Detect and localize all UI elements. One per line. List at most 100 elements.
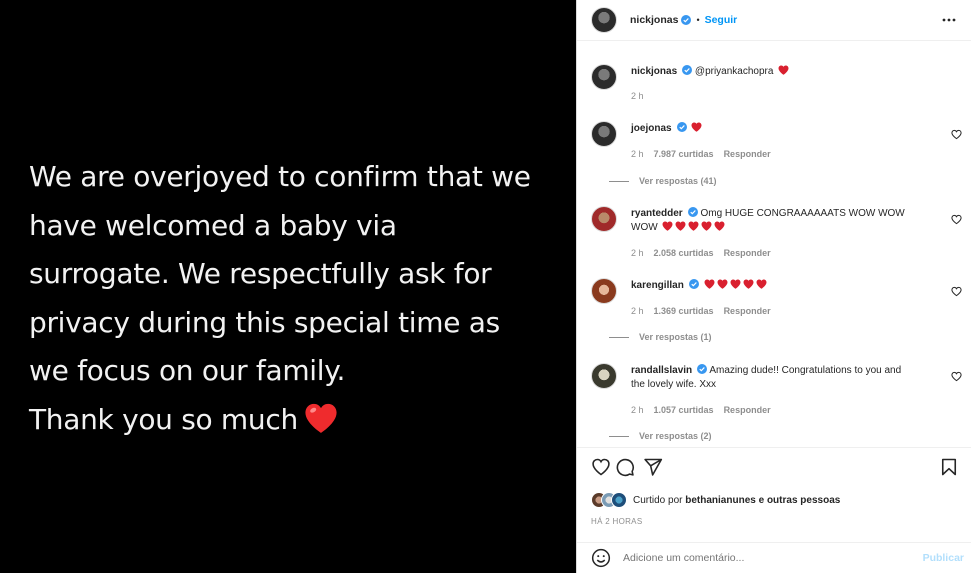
instagram-post: We are overjoyed to confirm that we have… bbox=[0, 0, 971, 573]
comment-content-cont: WOW bbox=[631, 222, 658, 233]
comment-input[interactable] bbox=[623, 552, 923, 564]
avatar[interactable] bbox=[591, 206, 617, 232]
follow-button[interactable]: Seguir bbox=[705, 14, 738, 26]
heart-emoji-row bbox=[702, 279, 767, 291]
comment-text: ryantedder Omg HUGE CONGRAAAAAATS WOW WO… bbox=[631, 207, 941, 235]
heart-emoji-icon bbox=[778, 65, 789, 75]
heart-emoji-icon bbox=[662, 221, 673, 231]
comment-meta: 2 h 1.369 curtidas Responder bbox=[631, 306, 781, 316]
divider bbox=[577, 40, 971, 41]
post-header: nickjonas • Seguir bbox=[577, 0, 971, 40]
post-actions bbox=[591, 457, 961, 481]
likes-count[interactable]: 2.058 curtidas bbox=[654, 248, 714, 258]
share-send-icon[interactable] bbox=[643, 457, 663, 477]
caption-meta: 2 h bbox=[631, 91, 654, 101]
separator-dot: • bbox=[696, 15, 700, 25]
liked-by-others-link[interactable]: e outras pessoas bbox=[759, 495, 841, 506]
likes-count[interactable]: 7.987 curtidas bbox=[654, 149, 714, 159]
emoji-icon[interactable] bbox=[591, 548, 611, 568]
comment-username[interactable]: karengillan bbox=[631, 280, 684, 291]
comment-meta: 2 h 7.987 curtidas Responder bbox=[631, 149, 781, 159]
heart-emoji-icon bbox=[743, 279, 754, 289]
comment-meta: 2 h 2.058 curtidas Responder bbox=[631, 248, 781, 258]
post-sidebar: nickjonas • Seguir nickjonas @priyankach… bbox=[576, 0, 971, 573]
caption-username[interactable]: nickjonas bbox=[631, 66, 677, 77]
view-replies-label: Ver respostas (1) bbox=[639, 332, 712, 342]
timestamp[interactable]: 2 h bbox=[631, 91, 644, 101]
like-comment-heart-icon[interactable] bbox=[951, 371, 962, 382]
reply-button[interactable]: Responder bbox=[724, 248, 771, 258]
heart-emoji-icon bbox=[305, 403, 337, 433]
post-image[interactable]: We are overjoyed to confirm that we have… bbox=[0, 0, 576, 573]
avatar[interactable] bbox=[591, 278, 617, 304]
replies-line bbox=[609, 181, 629, 183]
timestamp[interactable]: 2 h bbox=[631, 306, 644, 316]
liked-by: Curtido por bethanianunes e outras pesso… bbox=[591, 492, 840, 508]
caption-text: nickjonas @priyankachopra bbox=[631, 65, 941, 79]
avatar[interactable] bbox=[591, 121, 617, 147]
save-bookmark-icon[interactable] bbox=[939, 457, 959, 477]
comment-content: Amazing dude!! Congratulations to you an… bbox=[709, 365, 902, 376]
heart-emoji-icon bbox=[730, 279, 741, 289]
reply-button[interactable]: Responder bbox=[724, 149, 771, 159]
avatar[interactable] bbox=[611, 492, 627, 508]
header-username[interactable]: nickjonas bbox=[630, 14, 678, 26]
verified-badge-icon bbox=[697, 364, 708, 374]
view-replies-button[interactable]: Ver respostas (2) bbox=[609, 431, 712, 441]
like-comment-heart-icon[interactable] bbox=[951, 214, 962, 225]
timestamp[interactable]: 2 h bbox=[631, 405, 644, 415]
heart-emoji-icon bbox=[717, 279, 728, 289]
post-image-text: We are overjoyed to confirm that we have… bbox=[29, 153, 549, 444]
heart-emoji-icon bbox=[704, 279, 715, 289]
comment-text: joejonas bbox=[631, 122, 941, 136]
likes-count[interactable]: 1.057 curtidas bbox=[654, 405, 714, 415]
reply-button[interactable]: Responder bbox=[724, 306, 771, 316]
heart-emoji-icon bbox=[688, 221, 699, 231]
divider bbox=[577, 447, 971, 448]
comment-content-cont: the lovely wife. Xxx bbox=[631, 379, 717, 390]
image-text-line-last: Thank you so much bbox=[29, 396, 549, 445]
comment-username[interactable]: joejonas bbox=[631, 123, 672, 134]
liked-by-prefix: Curtido por bbox=[633, 494, 683, 506]
heart-emoji-icon bbox=[691, 122, 702, 132]
comment-username[interactable]: randallslavin bbox=[631, 365, 692, 376]
view-replies-button[interactable]: Ver respostas (41) bbox=[609, 176, 717, 186]
view-replies-button[interactable]: Ver respostas (1) bbox=[609, 332, 712, 342]
likes-count[interactable]: 1.369 curtidas bbox=[654, 306, 714, 316]
comment-text: randallslavin Amazing dude!! Congratulat… bbox=[631, 364, 941, 392]
replies-line bbox=[609, 436, 629, 438]
timestamp[interactable]: 2 h bbox=[631, 149, 644, 159]
image-text-line: have welcomed a baby via bbox=[29, 208, 397, 242]
image-text-line: privacy during this special time as bbox=[29, 305, 500, 339]
comment-meta: 2 h 1.057 curtidas Responder bbox=[631, 405, 781, 415]
heart-emoji-icon bbox=[701, 221, 712, 231]
publish-button[interactable]: Publicar bbox=[923, 552, 964, 564]
avatar[interactable] bbox=[591, 7, 617, 33]
verified-badge-icon bbox=[687, 207, 698, 217]
like-heart-icon[interactable] bbox=[591, 457, 611, 477]
like-comment-heart-icon[interactable] bbox=[951, 286, 962, 297]
comment-bubble-icon[interactable] bbox=[615, 457, 635, 477]
avatar[interactable] bbox=[591, 64, 617, 90]
heart-emoji-icon bbox=[756, 279, 767, 289]
verified-badge-icon bbox=[688, 279, 699, 289]
post-timestamp[interactable]: HÁ 2 HORAS bbox=[591, 517, 642, 526]
heart-emoji-icon bbox=[675, 221, 686, 231]
heart-emoji-row bbox=[660, 221, 725, 233]
timestamp[interactable]: 2 h bbox=[631, 248, 644, 258]
like-comment-heart-icon[interactable] bbox=[951, 129, 962, 140]
add-comment-bar: Publicar bbox=[577, 542, 971, 573]
image-text-line: We are overjoyed to confirm that we bbox=[29, 160, 531, 193]
comment-content: Omg HUGE CONGRAAAAAATS WOW WOW bbox=[700, 208, 905, 219]
view-replies-label: Ver respostas (41) bbox=[639, 176, 717, 186]
reply-button[interactable]: Responder bbox=[724, 405, 771, 415]
comment-username[interactable]: ryantedder bbox=[631, 208, 683, 219]
mention-link[interactable]: @priyankachopra bbox=[695, 66, 774, 77]
image-text-line: surrogate. We respectfully ask for bbox=[29, 257, 492, 290]
avatar[interactable] bbox=[591, 363, 617, 389]
liked-by-user-link[interactable]: bethanianunes bbox=[685, 495, 756, 506]
comment-text: karengillan bbox=[631, 279, 941, 293]
heart-emoji-icon bbox=[714, 221, 725, 231]
verified-badge-icon bbox=[676, 122, 687, 132]
more-options-icon[interactable] bbox=[941, 12, 957, 28]
